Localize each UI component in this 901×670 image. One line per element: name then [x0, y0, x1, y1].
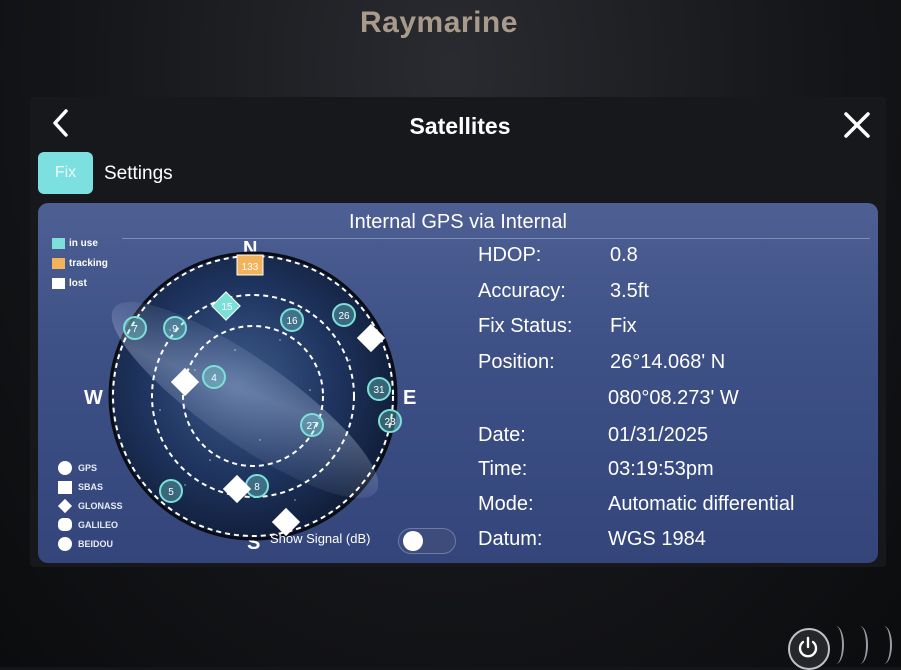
- satellite-5-id: 5: [168, 487, 174, 498]
- position-latitude: 26°14.068' N: [610, 351, 726, 373]
- satellite-7[interactable]: 7: [123, 316, 147, 340]
- satellite-133-id: 133: [242, 262, 259, 273]
- satellite-9[interactable]: 9: [163, 316, 187, 340]
- satellite-133[interactable]: 133: [236, 254, 264, 276]
- mode-label: Mode:: [478, 493, 534, 515]
- satellite-9-id: 9: [172, 324, 178, 335]
- satellite-27[interactable]: 27: [300, 413, 324, 437]
- position-label: Position:: [478, 351, 555, 373]
- satellite-16-id: 16: [286, 316, 298, 327]
- satellite-4-id: 4: [211, 373, 217, 384]
- signal-arc-icon: [828, 626, 844, 664]
- accuracy-label: Accuracy:: [478, 280, 566, 302]
- fix-status-label: Fix Status:: [478, 315, 573, 337]
- date-value: 01/31/2025: [608, 424, 709, 446]
- datum-value: WGS 1984: [608, 528, 706, 550]
- satellite-8[interactable]: 8: [245, 474, 269, 498]
- satellite-31-id: 31: [373, 385, 385, 396]
- signal-arc-icon: [876, 626, 892, 664]
- fix-status-value: Fix: [610, 315, 637, 337]
- satellite-15[interactable]: 15: [211, 291, 241, 321]
- satellite-16[interactable]: 16: [280, 308, 304, 332]
- satellite-5[interactable]: 5: [159, 479, 183, 503]
- satellite-28-id: 28: [384, 417, 396, 428]
- satellite-8-id: 8: [254, 482, 260, 493]
- satellite-markers: 133 15 16 26 7 9 4 31 27 28 8 5: [123, 254, 402, 537]
- satellite-lost-ne[interactable]: [356, 323, 386, 353]
- time-label: Time:: [478, 458, 528, 480]
- position-longitude: 080°08.273' W: [608, 387, 739, 409]
- satellite-15-id: 15: [221, 302, 233, 313]
- hdop-value: 0.8: [610, 244, 638, 266]
- satellite-lost-s[interactable]: [222, 474, 252, 504]
- satellite-lost-w[interactable]: [170, 367, 200, 397]
- hdop-label: HDOP:: [478, 244, 542, 266]
- satellite-28[interactable]: 28: [378, 409, 402, 433]
- satellite-27-id: 27: [306, 421, 318, 432]
- power-icon: [798, 636, 818, 658]
- satellite-26[interactable]: 26: [332, 303, 356, 327]
- date-label: Date:: [478, 424, 526, 446]
- satellite-31[interactable]: 31: [367, 377, 391, 401]
- show-signal-toggle-knob[interactable]: [403, 531, 423, 551]
- datum-label: Datum:: [478, 528, 543, 550]
- time-value: 03:19:53pm: [608, 458, 714, 480]
- mode-value: Automatic differential: [608, 493, 795, 515]
- accuracy-value: 3.5ft: [610, 280, 649, 302]
- show-signal-label: Show Signal (dB): [270, 531, 371, 546]
- satellite-26-id: 26: [338, 311, 350, 322]
- satellite-4[interactable]: 4: [202, 365, 226, 389]
- satellite-7-id: 7: [132, 324, 138, 335]
- signal-arc-icon: [852, 626, 868, 664]
